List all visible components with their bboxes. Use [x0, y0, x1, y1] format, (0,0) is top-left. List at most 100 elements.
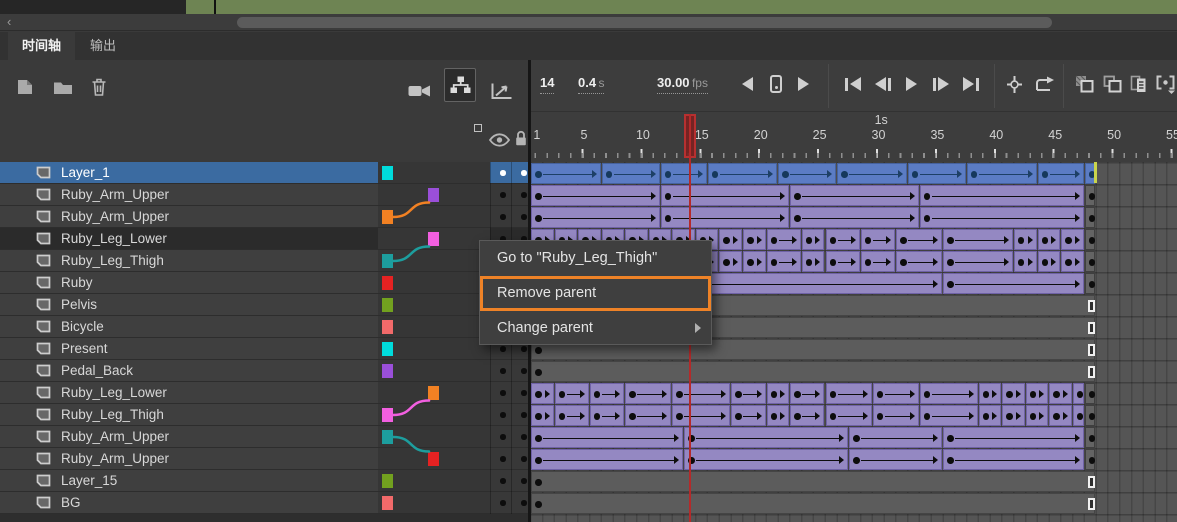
tween-span[interactable]: [661, 185, 790, 206]
visibility-dot[interactable]: [500, 214, 506, 220]
layer-color-swatch[interactable]: [382, 342, 393, 356]
keyframe-dot[interactable]: [1018, 259, 1025, 266]
tween-span[interactable]: [920, 207, 1084, 228]
keyframe-dot[interactable]: [1053, 391, 1060, 398]
layer-name-cell[interactable]: Ruby_Leg_Lower: [0, 382, 378, 403]
layer-color-swatch[interactable]: [382, 430, 393, 444]
tween-span[interactable]: [719, 251, 742, 272]
lock-dot[interactable]: [521, 478, 527, 484]
tween-span[interactable]: [837, 163, 907, 184]
tween-span[interactable]: [943, 251, 1013, 272]
tween-span[interactable]: [672, 383, 730, 404]
add-camera-button[interactable]: [406, 78, 432, 104]
tween-span[interactable]: [1002, 383, 1025, 404]
layer-row[interactable]: BG: [0, 492, 530, 514]
lock-dot[interactable]: [521, 390, 527, 396]
keyframe-dot[interactable]: [535, 171, 542, 178]
center-frame-button[interactable]: [1006, 74, 1023, 94]
keyframe-dot[interactable]: [535, 435, 542, 442]
tween-span[interactable]: [920, 383, 978, 404]
lock-dot[interactable]: [521, 434, 527, 440]
outline-column-header-icon[interactable]: [474, 124, 482, 132]
layer-name-cell[interactable]: Ruby_Arm_Upper: [0, 206, 378, 227]
keyframe-dot[interactable]: [1030, 413, 1037, 420]
keyframe-dot[interactable]: [853, 457, 860, 464]
keyframe-dot[interactable]: [865, 237, 872, 244]
keyframe-dot[interactable]: [1053, 413, 1060, 420]
tween-span[interactable]: [826, 251, 860, 272]
keyframe-dot[interactable]: [830, 413, 837, 420]
tween-span[interactable]: [920, 185, 1084, 206]
keyframe-dot[interactable]: [606, 171, 613, 178]
end-keyframe-cell[interactable]: [1085, 427, 1096, 448]
tween-span[interactable]: [920, 405, 978, 426]
tween-span[interactable]: [531, 427, 683, 448]
keyframe-dot[interactable]: [723, 237, 730, 244]
layer-color-swatch[interactable]: [382, 474, 393, 488]
keyframe-dot[interactable]: [535, 215, 542, 222]
visibility-dot[interactable]: [500, 412, 506, 418]
layer-name-cell[interactable]: Ruby_Leg_Thigh: [0, 250, 378, 271]
keyframe-dot[interactable]: [1089, 457, 1096, 464]
keyframe-dot[interactable]: [1077, 391, 1084, 398]
keyframe-dot[interactable]: [794, 193, 801, 200]
tween-span[interactable]: [967, 163, 1037, 184]
keyframe-dot[interactable]: [535, 479, 542, 486]
visibility-column-header-icon[interactable]: [489, 133, 510, 152]
tween-span[interactable]: [743, 251, 766, 272]
layer-color-swatch[interactable]: [428, 232, 439, 246]
visibility-dot[interactable]: [500, 192, 506, 198]
play-button[interactable]: [906, 74, 917, 94]
layer-row[interactable]: Ruby_Leg_Lower: [0, 228, 530, 250]
tween-span[interactable]: [1073, 383, 1084, 404]
end-keyframe-cell[interactable]: [1085, 273, 1096, 294]
tween-span[interactable]: [590, 383, 624, 404]
keyframe-dot[interactable]: [794, 215, 801, 222]
keyframe-dot[interactable]: [865, 259, 872, 266]
lock-dot[interactable]: [521, 170, 527, 176]
onion-skin-button[interactable]: [1075, 74, 1094, 94]
tween-span[interactable]: [943, 229, 1013, 250]
end-keyframe-cell[interactable]: [1085, 251, 1096, 272]
tween-span[interactable]: [767, 405, 790, 426]
keyframe-dot[interactable]: [735, 391, 742, 398]
visibility-dot[interactable]: [500, 368, 506, 374]
tween-span[interactable]: [943, 273, 1083, 294]
keyframe-dot[interactable]: [1089, 391, 1096, 398]
tween-span[interactable]: [531, 207, 660, 228]
tween-span[interactable]: [590, 405, 624, 426]
tween-span[interactable]: [1014, 251, 1037, 272]
static-span[interactable]: [531, 361, 1095, 382]
menu-item-remove-parent[interactable]: Remove parent: [480, 276, 711, 311]
parenting-cell[interactable]: [378, 250, 490, 271]
layer-color-swatch[interactable]: [382, 364, 393, 378]
layer-name-cell[interactable]: Ruby_Arm_Upper: [0, 184, 378, 205]
keyframe-dot[interactable]: [806, 237, 813, 244]
keyframe-dot[interactable]: [676, 413, 683, 420]
layer-name-cell[interactable]: Pelvis: [0, 294, 378, 315]
tween-span[interactable]: [555, 405, 589, 426]
lock-column-header-icon[interactable]: [514, 130, 528, 152]
tween-span[interactable]: [943, 427, 1083, 448]
lock-dot[interactable]: [521, 192, 527, 198]
layer-color-swatch[interactable]: [382, 276, 393, 290]
keyframe-dot[interactable]: [900, 259, 907, 266]
parenting-cell[interactable]: [378, 448, 490, 469]
layer-color-swatch[interactable]: [382, 166, 393, 180]
end-keyframe-cell[interactable]: [1085, 207, 1096, 228]
end-keyframe-cell[interactable]: [1085, 449, 1096, 470]
layer-row[interactable]: Ruby_Leg_Thigh: [0, 404, 530, 426]
horizontal-scrollbar[interactable]: ‹: [0, 14, 1177, 31]
tween-span[interactable]: [684, 427, 848, 448]
keyframe-dot[interactable]: [1006, 391, 1013, 398]
tween-span[interactable]: [896, 229, 942, 250]
keyframe-dot[interactable]: [676, 391, 683, 398]
keyframe-dot[interactable]: [1042, 171, 1049, 178]
tween-span[interactable]: [826, 229, 860, 250]
frame-view-graph-button[interactable]: [488, 78, 514, 104]
visibility-dot[interactable]: [500, 434, 506, 440]
keyframe-dot[interactable]: [1089, 281, 1096, 288]
tween-span[interactable]: [719, 229, 742, 250]
keyframe-dot[interactable]: [1089, 259, 1096, 266]
keyframe-dot[interactable]: [971, 171, 978, 178]
